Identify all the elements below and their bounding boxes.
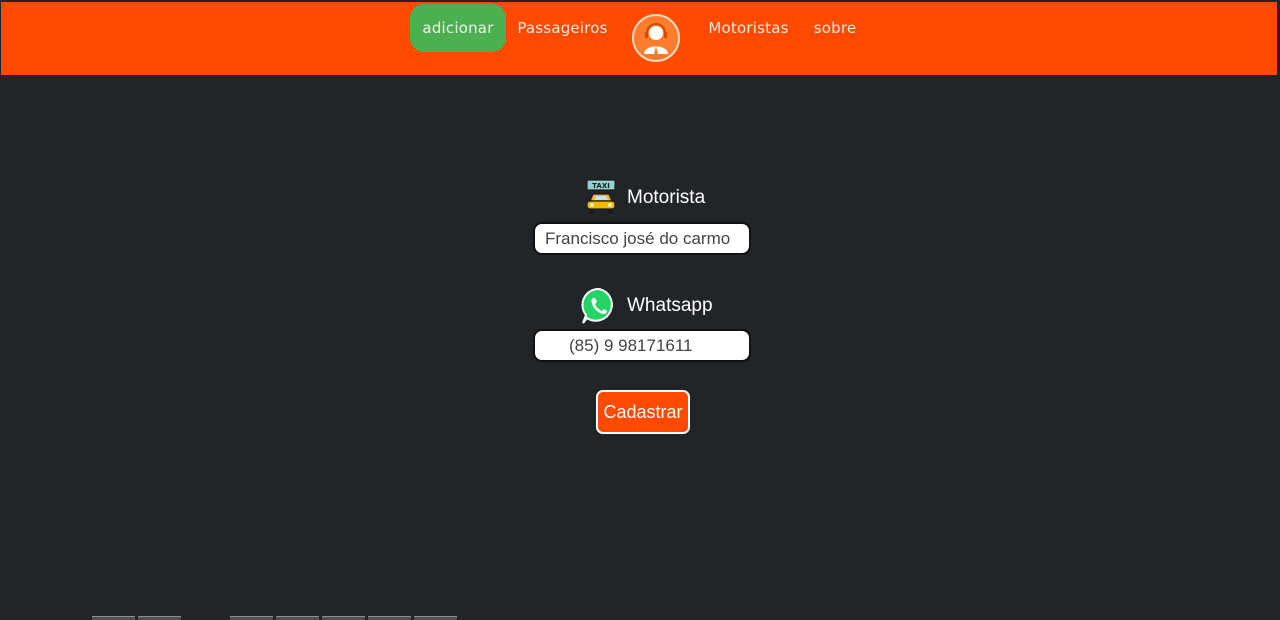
support-agent-icon[interactable] [632, 14, 680, 62]
strip-tab[interactable] [414, 616, 457, 620]
page: adicionar Passageiros Motoristas sobre T… [0, 0, 1280, 620]
whatsapp-label: Whatsapp [579, 286, 713, 326]
nav-item-sobre[interactable]: sobre [807, 4, 863, 52]
strip-tab[interactable] [368, 616, 411, 620]
nav-item-adicionar[interactable]: adicionar [410, 4, 506, 52]
whatsapp-label-text: Whatsapp [627, 295, 713, 316]
strip-tab[interactable] [230, 616, 273, 620]
taxi-icon: TAXI [583, 179, 619, 217]
strip-tab[interactable] [276, 616, 319, 620]
motorista-label-text: Motorista [627, 187, 706, 208]
strip-tab[interactable] [138, 616, 181, 620]
whatsapp-input[interactable] [533, 329, 751, 362]
strip-tab[interactable] [92, 616, 135, 620]
nav-item-motoristas[interactable]: Motoristas [703, 4, 794, 52]
svg-text:TAXI: TAXI [592, 182, 610, 190]
bottom-tab-strip [0, 616, 1280, 620]
top-navbar: adicionar Passageiros Motoristas sobre [1, 2, 1277, 75]
cadastrar-button[interactable]: Cadastrar [596, 390, 690, 434]
whatsapp-icon [579, 286, 619, 326]
motorista-label: TAXI Motorista [583, 178, 705, 218]
nav-item-passageiros[interactable]: Passageiros [514, 4, 611, 52]
motorista-input[interactable] [533, 222, 751, 255]
strip-tab[interactable] [322, 616, 365, 620]
